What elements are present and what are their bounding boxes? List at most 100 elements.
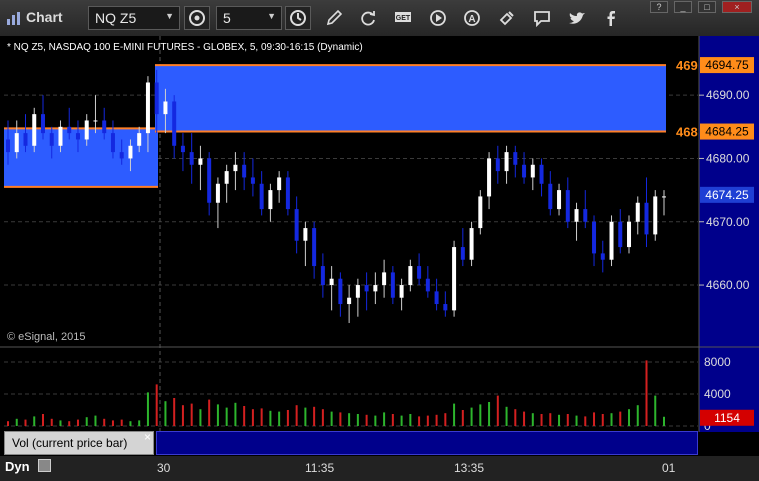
volume-bar: [584, 416, 587, 426]
volume-bar: [636, 405, 639, 426]
chat-icon[interactable]: [531, 7, 553, 29]
chevron-down-icon[interactable]: ▼: [165, 11, 174, 21]
volume-bar: [601, 414, 604, 426]
pencil-icon[interactable]: [323, 7, 345, 29]
volume-bar: [391, 414, 394, 426]
volume-bar: [181, 405, 184, 426]
volume-bar: [94, 415, 97, 426]
chart-app-icon: [7, 12, 20, 25]
play-icon[interactable]: [427, 7, 449, 29]
candle-body: [277, 177, 282, 191]
lock-icon[interactable]: [38, 459, 51, 472]
candle-body: [478, 196, 483, 229]
candle-body: [460, 247, 465, 260]
volume-bar: [470, 407, 473, 426]
candle-body: [14, 133, 19, 153]
maximize-button[interactable]: □: [698, 1, 716, 13]
volume-tick-label: 8000: [704, 355, 731, 369]
close-button[interactable]: ×: [722, 1, 752, 13]
clock-icon: [290, 10, 306, 26]
price-tick-label: 4690.00: [706, 88, 750, 102]
volume-bar: [155, 384, 158, 426]
volume-bar: [540, 414, 543, 426]
candle-body: [592, 221, 597, 254]
candle-body: [23, 133, 28, 146]
volume-bar: [7, 421, 9, 426]
volume-study-label[interactable]: Vol (current price bar): [4, 431, 154, 455]
svg-text:GET: GET: [396, 15, 411, 22]
time-template-button[interactable]: [285, 6, 311, 30]
candle-body: [320, 266, 325, 286]
candle-body: [382, 272, 387, 286]
candle-body: [399, 285, 404, 298]
volume-bar: [85, 417, 88, 426]
facebook-icon[interactable]: [600, 7, 622, 29]
candle-body: [504, 152, 509, 172]
volume-bar: [313, 406, 316, 426]
interval-selector[interactable]: 5 ▼: [216, 6, 282, 30]
volume-bar: [339, 412, 342, 426]
volume-bar: [356, 414, 359, 426]
dynamic-mode-label[interactable]: Dyn: [5, 459, 30, 474]
level-label: 468: [676, 125, 698, 140]
candle-body: [224, 171, 229, 184]
chart-area[interactable]: 4690.004680.004670.004660.00800040000469…: [0, 36, 759, 456]
alert-icon[interactable]: A: [461, 7, 483, 29]
candle-body: [355, 285, 360, 298]
volume-bar: [418, 416, 421, 426]
volume-bar: [234, 402, 237, 426]
candle-body: [303, 228, 308, 241]
upper-level-tag-text: 4694.75: [705, 58, 749, 72]
volume-bar: [461, 410, 464, 426]
close-icon[interactable]: ×: [144, 430, 151, 444]
candle-body: [530, 164, 535, 178]
minimize-button[interactable]: _: [674, 1, 692, 13]
candle-body: [574, 209, 579, 222]
candle-body: [338, 278, 343, 305]
get-icon[interactable]: GET: [392, 7, 414, 29]
volume-bar: [15, 418, 18, 426]
time-axis: [0, 456, 759, 481]
window-title: Chart: [26, 9, 63, 25]
link-icon[interactable]: [496, 7, 518, 29]
volume-bar: [348, 413, 351, 426]
volume-bar: [575, 415, 578, 426]
symbol-selector[interactable]: NQ Z5 ▼: [88, 6, 180, 30]
interval-settings-icon: [189, 10, 205, 26]
candle-body: [233, 164, 238, 172]
candle-body: [250, 177, 255, 184]
volume-bar: [304, 407, 307, 426]
candle-body: [268, 190, 273, 210]
volume-bar: [426, 415, 429, 426]
volume-bar: [146, 392, 149, 426]
candle-body: [128, 145, 133, 159]
volume-study-bar[interactable]: [156, 431, 698, 455]
candle-body: [67, 126, 72, 134]
volume-bar: [505, 406, 508, 426]
volume-bar: [164, 401, 167, 426]
refresh-icon[interactable]: [357, 7, 379, 29]
candle-body: [443, 304, 448, 311]
candle-body: [434, 291, 439, 305]
lower-level-tag-text: 4684.25: [705, 125, 749, 139]
volume-bar: [59, 420, 62, 426]
candle-body: [119, 152, 124, 159]
interval-settings-button[interactable]: [184, 6, 210, 30]
volume-bar: [453, 403, 456, 426]
twitter-icon[interactable]: [566, 7, 588, 29]
volume-bar: [365, 414, 368, 426]
toolbar: Chart NQ Z5 ▼ 5 ▼ GET A ? _ □ ×: [0, 0, 759, 37]
candle-body: [347, 297, 352, 305]
chevron-down-icon[interactable]: ▼: [267, 11, 276, 21]
volume-bar: [321, 409, 324, 426]
volume-bar: [610, 413, 613, 426]
volume-bar: [619, 411, 622, 426]
volume-bar: [138, 420, 141, 426]
help-button[interactable]: ?: [650, 1, 668, 13]
volume-bar: [593, 412, 596, 426]
candle-body: [32, 114, 37, 146]
interval-value: 5: [223, 10, 231, 26]
volume-bar: [558, 414, 561, 426]
current-volume-tag-text: 1154: [714, 411, 740, 425]
volume-bar: [33, 416, 36, 426]
